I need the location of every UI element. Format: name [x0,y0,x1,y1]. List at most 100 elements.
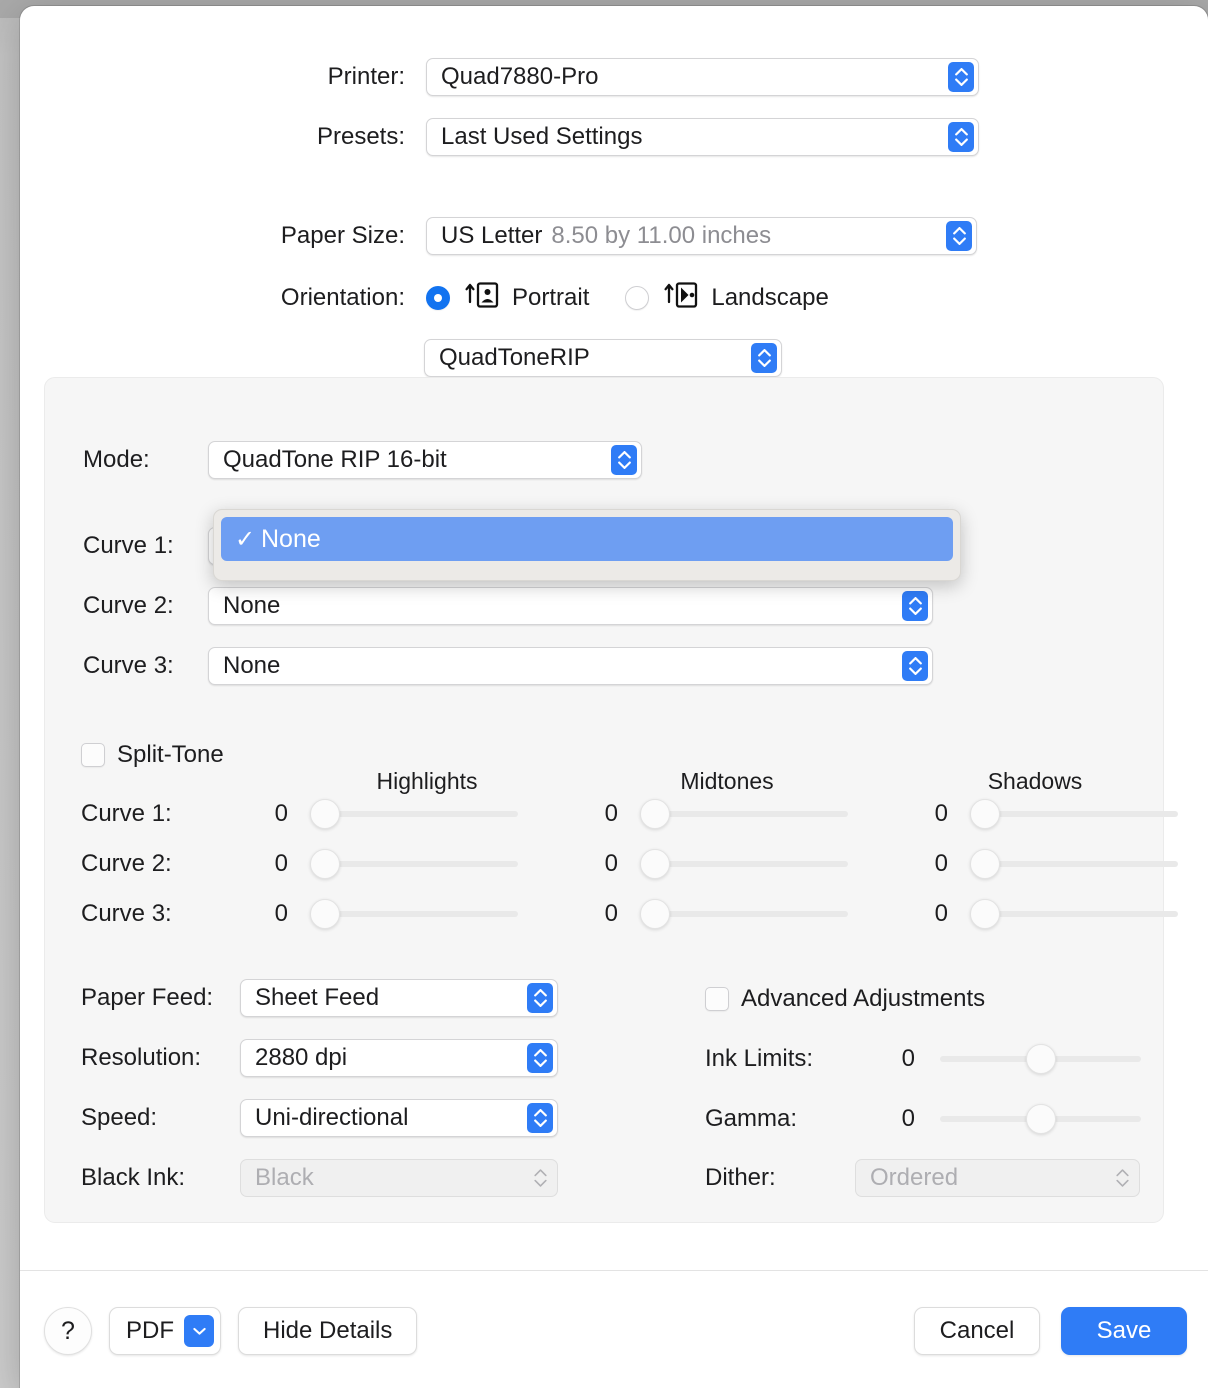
chevron-updown-icon[interactable] [611,445,637,475]
slider-highlights[interactable] [310,799,518,829]
radio-landscape[interactable] [625,285,650,310]
resolution-label: Resolution: [81,1044,202,1071]
slider-knob[interactable] [640,899,670,929]
curve3-value: None [223,652,281,679]
presets-row: Presets: Last Used Settings [20,118,1140,156]
paper-size-select[interactable]: US Letter 8.50 by 11.00 inches [426,217,977,255]
slider-shadows[interactable] [970,799,1178,829]
chevron-updown-icon[interactable] [948,122,974,152]
slider-track [310,911,518,917]
chevron-updown-icon[interactable] [527,1103,553,1133]
black-ink-value: Black [255,1164,314,1191]
curve1-dropdown-menu[interactable]: ✓ None [213,509,961,581]
dither-row: Dither: Ordered [705,1159,1140,1197]
slider-knob[interactable] [1026,1104,1056,1134]
speed-select[interactable]: Uni-directional [240,1099,558,1137]
printer-row: Printer: Quad7880-Pro [20,58,1140,96]
orientation-landscape-option[interactable]: Landscape [625,280,829,315]
slider-knob[interactable] [970,799,1000,829]
mode-row: Mode: QuadTone RIP 16-bit [83,441,642,479]
orientation-portrait-option[interactable]: Portrait [426,280,589,315]
gamma-value: 0 [901,1105,915,1132]
curve3-select[interactable]: None [208,647,933,685]
help-button[interactable]: ? [44,1307,92,1355]
chevron-updown-icon[interactable] [527,1043,553,1073]
slider-shadows[interactable] [970,849,1178,879]
resolution-value: 2880 dpi [255,1044,348,1071]
slider-knob[interactable] [1026,1044,1056,1074]
slider-track [310,811,518,817]
ink-limits-label: Ink Limits: [705,1045,814,1072]
resolution-select[interactable]: 2880 dpi [240,1039,558,1077]
paper-feed-row: Paper Feed: Sheet Feed [81,979,558,1017]
chevron-updown-icon[interactable] [948,62,974,92]
tone-row-label: Curve 1: [81,800,172,827]
printer-label: Printer: [327,63,405,90]
dither-select: Ordered [855,1159,1140,1197]
chevron-updown-icon [1109,1163,1135,1193]
paper-feed-select[interactable]: Sheet Feed [240,979,558,1017]
advanced-adjustments-label: Advanced Adjustments [741,985,986,1012]
slider-track [640,811,848,817]
printer-value: Quad7880-Pro [441,63,599,90]
hide-details-button[interactable]: Hide Details [238,1307,418,1355]
slider-knob[interactable] [640,849,670,879]
save-button[interactable]: Save [1061,1307,1187,1355]
gamma-row: Gamma: 0 [705,1102,1141,1136]
resolution-row: Resolution: 2880 dpi [81,1039,558,1077]
checkmark-icon: ✓ [235,525,256,553]
curve2-label: Curve 2: [83,592,174,619]
slider-knob[interactable] [970,899,1000,929]
advanced-adjustments-checkbox[interactable] [705,987,729,1011]
slider-track [640,911,848,917]
paper-feed-value: Sheet Feed [255,984,380,1011]
paper-size-dimensions: 8.50 by 11.00 inches [551,222,772,249]
slider-highlights[interactable] [310,849,518,879]
tone-row: Curve 3: 0 0 0 [81,897,1178,931]
curve3-label: Curve 3: [83,652,174,679]
slider-highlights[interactable] [310,899,518,929]
curve2-select[interactable]: None [208,587,933,625]
slider-ink-limits[interactable] [940,1044,1141,1074]
chevron-down-icon[interactable] [184,1315,214,1347]
pdf-button[interactable]: PDF [109,1307,221,1355]
column-header-shadows: Shadows [987,768,1083,794]
speed-row: Speed: Uni-directional [81,1099,558,1137]
split-tone-label: Split-Tone [117,741,224,768]
chevron-updown-icon [527,1163,553,1193]
mode-label: Mode: [83,446,150,473]
presets-select[interactable]: Last Used Settings [426,118,979,156]
curve2-row: Curve 2: None [83,587,933,625]
chevron-updown-icon[interactable] [751,343,777,373]
menu-item-label: None [261,524,321,553]
split-tone-checkbox[interactable] [81,743,105,767]
cancel-button[interactable]: Cancel [914,1307,1040,1355]
chevron-updown-icon[interactable] [527,983,553,1013]
tone-row-label: Curve 2: [81,850,172,877]
chevron-updown-icon[interactable] [946,221,972,251]
menu-item-none[interactable]: ✓ None [221,517,953,561]
slider-knob[interactable] [310,849,340,879]
orientation-label: Orientation: [280,283,405,311]
chevron-updown-icon[interactable] [902,591,928,621]
presets-label: Presets: [316,123,405,150]
slider-knob[interactable] [310,799,340,829]
printer-select[interactable]: Quad7880-Pro [426,58,979,96]
slider-gamma[interactable] [940,1104,1141,1134]
chevron-updown-icon[interactable] [902,651,928,681]
slider-midtones[interactable] [640,799,848,829]
slider-shadows[interactable] [970,899,1178,929]
slider-midtones[interactable] [640,899,848,929]
advanced-adjustments-row[interactable]: Advanced Adjustments [705,985,985,1013]
pane-selector[interactable]: QuadToneRIP [424,339,782,377]
radio-portrait[interactable] [426,285,450,310]
slider-knob[interactable] [310,899,340,929]
slider-midtones[interactable] [640,849,848,879]
slider-knob[interactable] [640,799,670,829]
slider-knob[interactable] [970,849,1000,879]
mode-select[interactable]: QuadTone RIP 16-bit [208,441,642,479]
tone-value-highlights: 0 [274,850,288,877]
split-tone-checkbox-row[interactable]: Split-Tone [81,741,224,769]
tone-row: Curve 2: 0 0 0 [81,847,1178,881]
tone-value-shadows: 0 [934,800,948,827]
